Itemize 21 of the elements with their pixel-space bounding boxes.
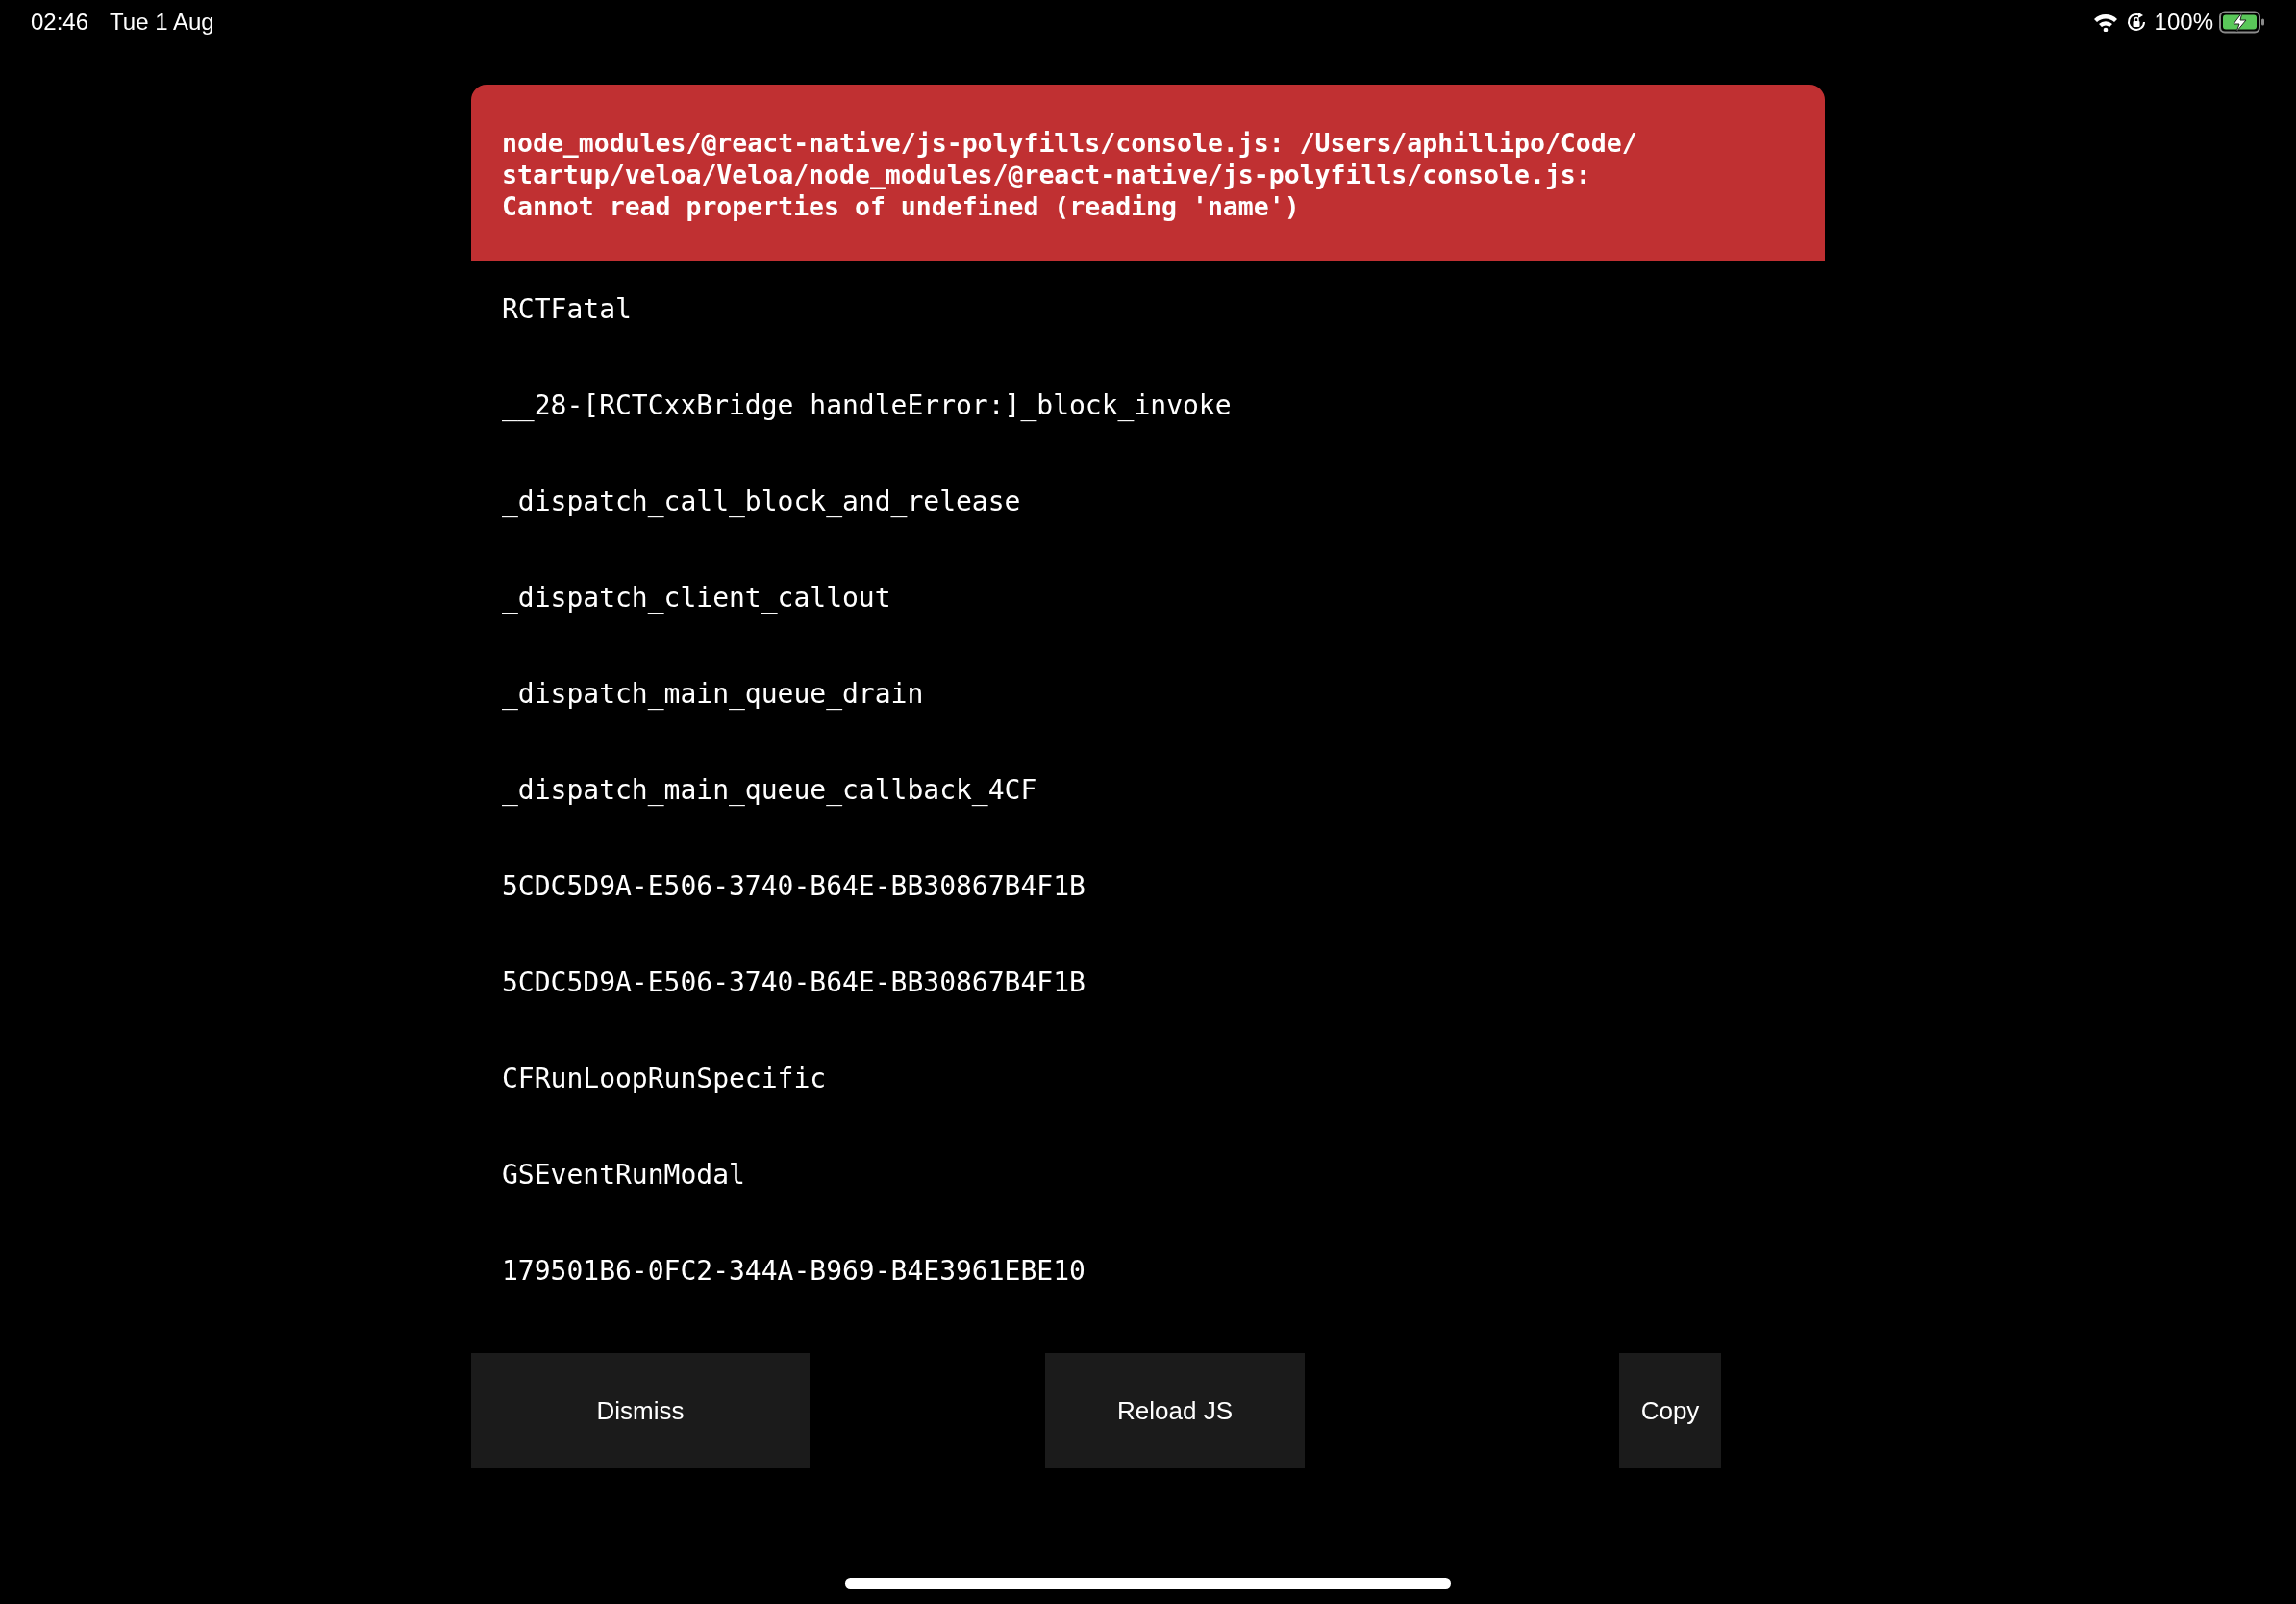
stack-frame[interactable]: 5CDC5D9A-E506-3740-B64E-BB30867B4F1B bbox=[502, 965, 1086, 998]
battery-percent: 100% bbox=[2154, 9, 2213, 36]
rotation-lock-icon bbox=[2125, 12, 2147, 33]
error-message: node_modules/@react-native/js-polyfills/console.js: /Users/aphillipo/Code/ startup/veloa/Veloa/node_modules/@react-native/js-polyfills/console.js: Cannot read properties of undefined (reading 'name') bbox=[502, 127, 1638, 222]
home-indicator[interactable] bbox=[845, 1578, 1451, 1589]
stack-frame[interactable]: _dispatch_call_block_and_release bbox=[502, 485, 1021, 517]
dismiss-button[interactable]: Dismiss bbox=[471, 1353, 810, 1468]
copy-button[interactable]: Copy bbox=[1619, 1353, 1721, 1468]
status-time: 02:46 bbox=[31, 9, 89, 36]
status-date: Tue 1 Aug bbox=[110, 9, 214, 36]
wifi-icon bbox=[2092, 13, 2118, 32]
stack-frame[interactable]: _dispatch_client_callout bbox=[502, 581, 891, 614]
stack-frame[interactable]: 179501B6-0FC2-344A-B969-B4E3961EBE10 bbox=[502, 1254, 1086, 1287]
stack-frame[interactable]: _dispatch_main_queue_drain bbox=[502, 677, 924, 710]
stack-frame[interactable]: 5CDC5D9A-E506-3740-B64E-BB30867B4F1B bbox=[502, 869, 1086, 902]
stack-frame[interactable]: RCTFatal bbox=[502, 292, 632, 325]
stack-frame[interactable]: _dispatch_main_queue_callback_4CF bbox=[502, 773, 1037, 806]
stack-frame[interactable]: GSEventRunModal bbox=[502, 1158, 745, 1190]
stack-frame[interactable]: CFRunLoopRunSpecific bbox=[502, 1062, 827, 1094]
reload-button[interactable]: Reload JS bbox=[1045, 1353, 1305, 1468]
stack-frame[interactable]: __28-[RCTCxxBridge handleError:]_block_invoke bbox=[502, 388, 1232, 421]
